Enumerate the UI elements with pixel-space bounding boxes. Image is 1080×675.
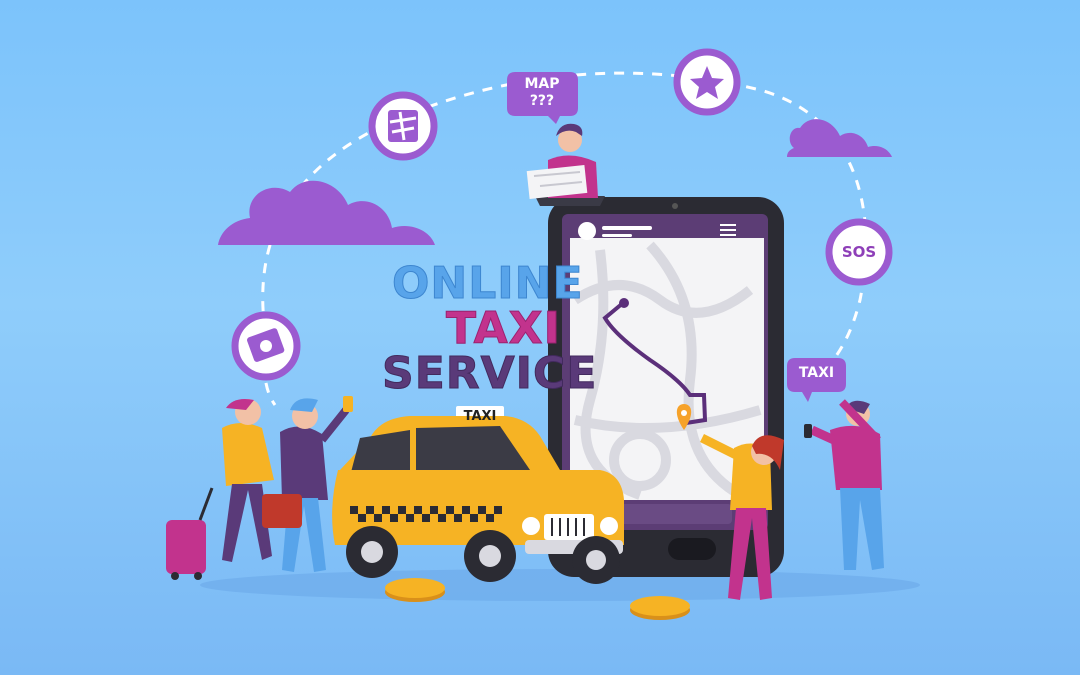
headline-online: ONLINE xyxy=(392,258,584,309)
ground-shadow xyxy=(200,569,920,601)
cloud-icon xyxy=(218,180,435,245)
headline-service: SERVICE xyxy=(381,348,598,399)
taxi-roof-label: TAXI xyxy=(463,409,497,424)
headline-taxi: TAXI xyxy=(446,303,561,354)
sos-label: SOS xyxy=(841,243,877,261)
coin-icon xyxy=(630,596,690,620)
travelers-couple xyxy=(166,396,353,580)
map-icon xyxy=(368,91,438,161)
money-icon xyxy=(231,311,301,381)
star-icon xyxy=(673,48,741,116)
man-with-phone xyxy=(804,399,884,570)
map-bubble-question: ??? xyxy=(529,93,555,109)
map-bubble-label: MAP xyxy=(524,76,560,92)
coin-icon xyxy=(385,578,445,602)
cloud-icon xyxy=(787,119,892,157)
woman-with-map xyxy=(526,123,605,206)
taxi-sign-label: TAXI xyxy=(798,365,835,381)
